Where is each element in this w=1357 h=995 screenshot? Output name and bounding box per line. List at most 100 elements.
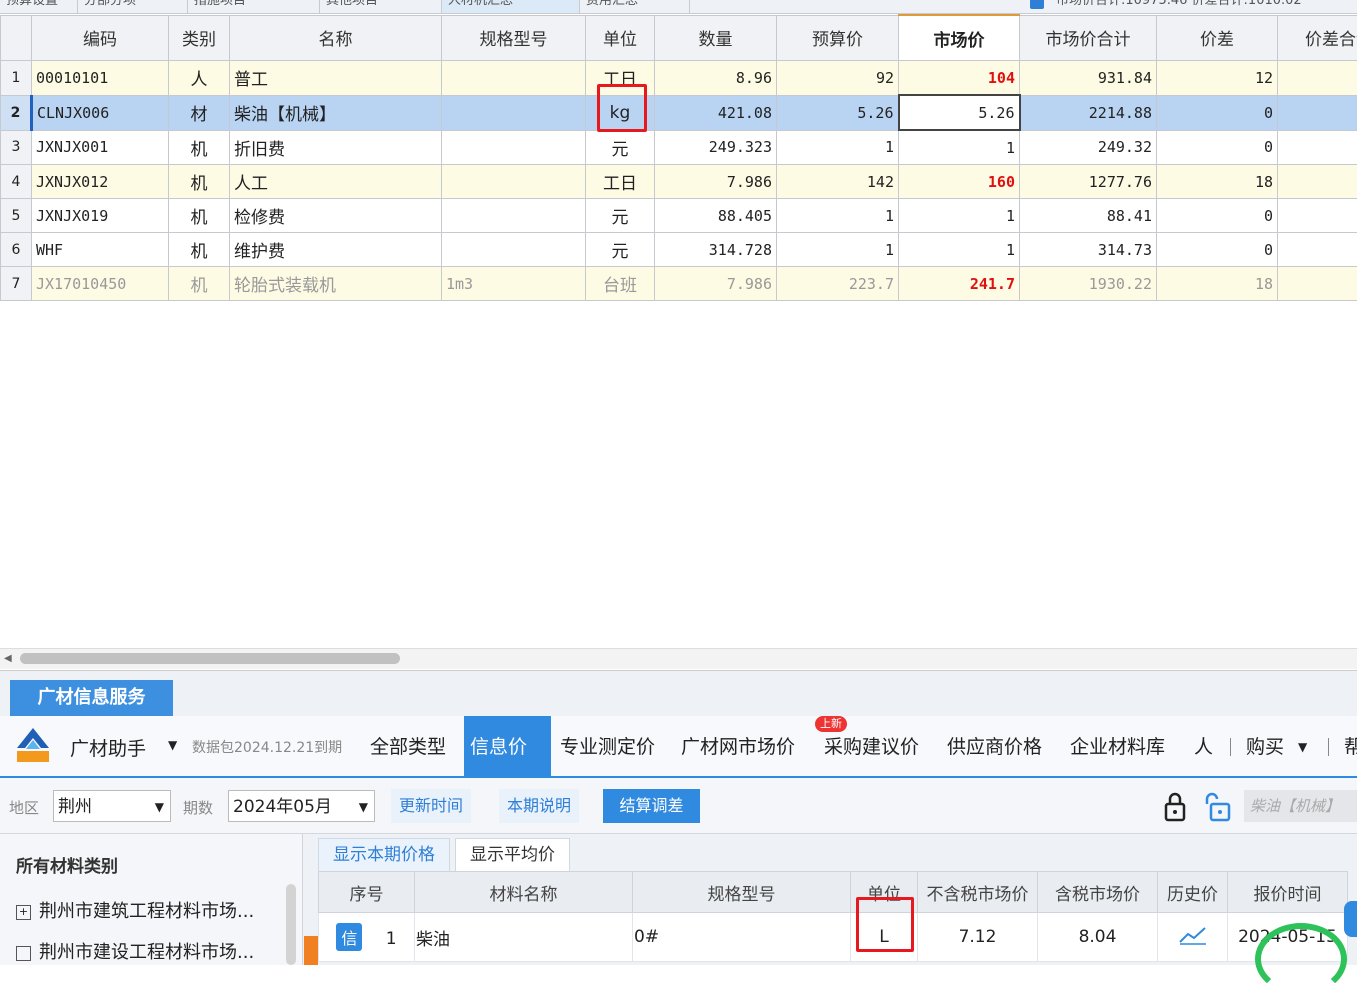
cell-name[interactable]: 检修费 — [230, 199, 442, 233]
cell-code[interactable]: 00010101 — [32, 61, 169, 96]
brand-name[interactable]: 广材助手 — [70, 734, 146, 761]
tab-sections[interactable]: 分部分项 — [78, 0, 188, 13]
settlement-adjust-button[interactable]: 结算调差 — [603, 789, 700, 823]
tree-scrollbar[interactable] — [286, 884, 296, 965]
expand-icon[interactable]: + — [16, 905, 31, 920]
table-row[interactable]: 6 WHF 机 维护费 元 314.728 1 1 314.73 0 — [1, 233, 1357, 267]
cell-code[interactable]: JXNJX012 — [32, 165, 169, 199]
cell-category[interactable]: 机 — [169, 267, 230, 301]
cell-unit[interactable]: 工日 — [586, 165, 655, 199]
toolbar-professional-price[interactable]: 专业测定价 — [554, 716, 661, 776]
unlock-icon[interactable] — [1203, 790, 1233, 824]
scrollbar-thumb[interactable] — [20, 653, 400, 664]
cell-spec[interactable] — [442, 165, 586, 199]
table-row[interactable]: 3 JXNJX001 机 折旧费 元 249.323 1 1 249.32 0 — [1, 130, 1357, 165]
cell-unit[interactable]: 台班 — [586, 267, 655, 301]
toolbar-all-types[interactable]: 全部类型 — [364, 716, 452, 776]
trend-chart-icon[interactable] — [1178, 925, 1208, 945]
cell-category[interactable]: 材 — [169, 95, 230, 130]
tab-other-items[interactable]: 其他项目 — [320, 0, 442, 13]
cell-name[interactable]: 折旧费 — [230, 130, 442, 165]
cell-unit[interactable]: 元 — [586, 199, 655, 233]
info-header-spec[interactable]: 规格型号 — [633, 872, 851, 913]
cell-category[interactable]: 机 — [169, 130, 230, 165]
tab-current-price[interactable]: 显示本期价格 — [318, 838, 450, 871]
table-row-selected[interactable]: 2 CLNJX006 材 柴油【机械】 kg 421.08 5.26 5.26 … — [1, 95, 1357, 130]
buy-dropdown-icon[interactable]: ▼ — [1292, 716, 1313, 776]
tab-labor-material-machine[interactable]: 人材机汇总 — [442, 0, 580, 13]
cell-category[interactable]: 人 — [169, 61, 230, 96]
header-category[interactable]: 类别 — [169, 15, 230, 61]
cell-market-price[interactable]: 1 — [899, 199, 1020, 233]
cell-code[interactable]: WHF — [32, 233, 169, 267]
tab-material-info-service[interactable]: 广材信息服务 — [10, 680, 173, 716]
toolbar-supplier-price[interactable]: 供应商价格 — [941, 716, 1048, 776]
cell-name[interactable]: 维护费 — [230, 233, 442, 267]
info-header-no[interactable]: 序号 — [319, 872, 415, 913]
info-header-name[interactable]: 材料名称 — [415, 872, 633, 913]
brand-dropdown-icon[interactable]: ▼ — [168, 738, 177, 752]
lock-icon[interactable] — [1160, 790, 1190, 824]
cell-spec[interactable] — [442, 233, 586, 267]
cell-market-price-editing[interactable]: 5.26 — [899, 95, 1020, 130]
cell-spec[interactable] — [442, 199, 586, 233]
header-budget-price[interactable]: 预算价 — [777, 15, 899, 61]
tree-item[interactable]: +荆州市建筑工程材料市场... — [16, 897, 254, 923]
side-float-button[interactable] — [1344, 901, 1357, 937]
cell-name[interactable]: 普工 — [230, 61, 442, 96]
header-quantity[interactable]: 数量 — [655, 15, 777, 61]
header-price-diff[interactable]: 价差 — [1157, 15, 1278, 61]
table-row[interactable]: 5 JXNJX019 机 检修费 元 88.405 1 1 88.41 0 — [1, 199, 1357, 233]
cell-spec[interactable]: 1m3 — [442, 267, 586, 301]
header-code[interactable]: 编码 — [32, 15, 169, 61]
cell-name[interactable]: 柴油【机械】 — [230, 95, 442, 130]
header-diff-total[interactable]: 价差合计 — [1278, 15, 1357, 61]
info-header-price-ex-tax[interactable]: 不含税市场价 — [918, 872, 1038, 913]
horizontal-scrollbar[interactable]: ◀ — [0, 648, 1357, 669]
cell-market-price[interactable]: 1 — [899, 233, 1020, 267]
cell-spec[interactable] — [442, 61, 586, 96]
header-name[interactable]: 名称 — [230, 15, 442, 61]
info-header-price-in-tax[interactable]: 含税市场价 — [1038, 872, 1158, 913]
info-cell-history[interactable] — [1158, 913, 1228, 962]
toolbar-person[interactable]: 人 — [1188, 716, 1219, 776]
tab-cost-summary[interactable]: 费用汇总 — [580, 0, 690, 13]
info-cell-price-ex-tax[interactable]: 7.12 — [918, 913, 1038, 962]
info-header-quote-time[interactable]: 报价时间 — [1228, 872, 1348, 913]
toolbar-market-price[interactable]: 广材网市场价 — [675, 716, 801, 776]
scroll-left-arrow-icon[interactable]: ◀ — [4, 653, 12, 664]
table-row[interactable]: 7 JX17010450 机 轮胎式装载机 1m3 台班 7.986 223.7… — [1, 267, 1357, 301]
toolbar-info-price[interactable]: 信息价 — [464, 716, 551, 776]
cell-spec[interactable] — [442, 130, 586, 165]
toolbar-enterprise-library[interactable]: 企业材料库 — [1064, 716, 1171, 776]
info-cell-price-in-tax[interactable]: 8.04 — [1038, 913, 1158, 962]
header-spec[interactable]: 规格型号 — [442, 15, 586, 61]
table-row[interactable]: 1 00010101 人 普工 工日 8.96 92 104 931.84 12 — [1, 61, 1357, 96]
table-row[interactable]: 4 JXNJX012 机 人工 工日 7.986 142 160 1277.76… — [1, 165, 1357, 199]
period-note-button[interactable]: 本期说明 — [499, 789, 579, 823]
cell-unit[interactable]: 元 — [586, 130, 655, 165]
cell-name[interactable]: 人工 — [230, 165, 442, 199]
cell-market-price[interactable]: 160 — [899, 165, 1020, 199]
cell-market-price[interactable]: 104 — [899, 61, 1020, 96]
cell-market-price[interactable]: 241.7 — [899, 267, 1020, 301]
cell-code[interactable]: JXNJX001 — [32, 130, 169, 165]
tree-item[interactable]: 荆州市建设工程材料市场... — [16, 938, 254, 964]
cell-category[interactable]: 机 — [169, 165, 230, 199]
update-time-button[interactable]: 更新时间 — [391, 789, 471, 823]
cell-category[interactable]: 机 — [169, 199, 230, 233]
cell-code[interactable]: CLNJX006 — [32, 95, 169, 130]
header-unit[interactable]: 单位 — [586, 15, 655, 61]
checkbox-icon[interactable] — [1030, 0, 1044, 9]
period-select[interactable]: 2024年05月 ▼ — [228, 790, 375, 822]
material-search-input[interactable]: 柴油【机械】 — [1244, 790, 1357, 822]
toolbar-buy[interactable]: 购买 — [1240, 716, 1290, 776]
cell-spec[interactable] — [442, 95, 586, 130]
header-market-total[interactable]: 市场价合计 — [1020, 15, 1157, 61]
tab-average-price[interactable]: 显示平均价 — [455, 838, 570, 871]
cell-code[interactable]: JXNJX019 — [32, 199, 169, 233]
tab-measures[interactable]: 措施项目 — [188, 0, 320, 13]
cell-category[interactable]: 机 — [169, 233, 230, 267]
header-market-price[interactable]: 市场价 — [899, 15, 1020, 61]
tab-budget-settings[interactable]: 预算设置 — [0, 0, 78, 13]
